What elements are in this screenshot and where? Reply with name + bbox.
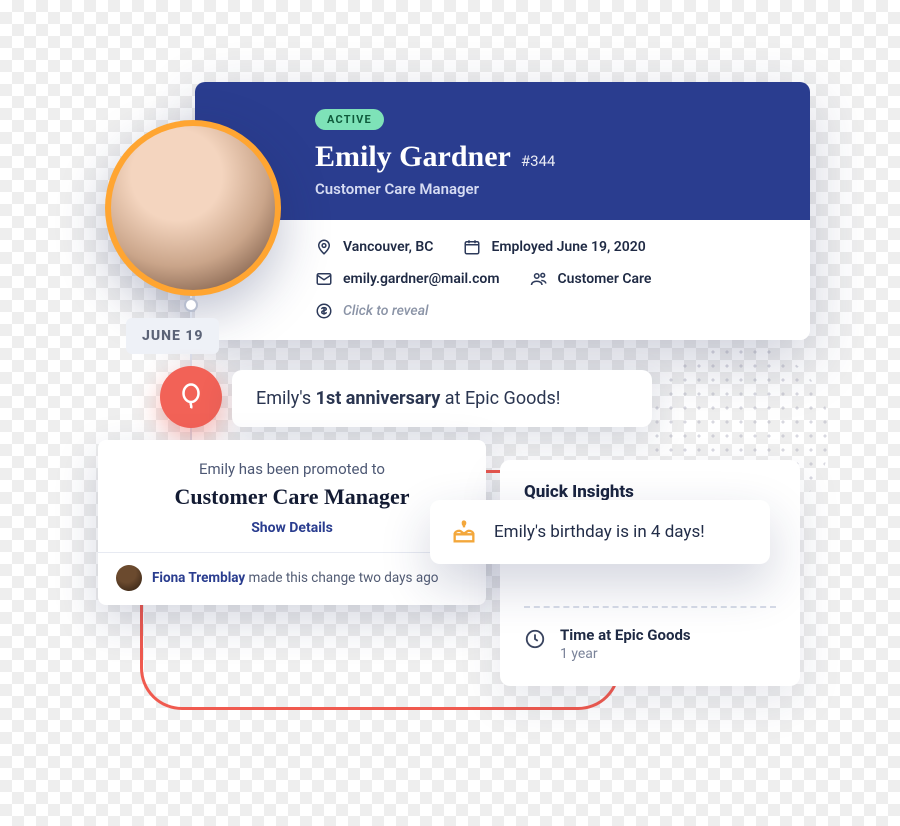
anniversary-text-prefix: Emily's	[256, 388, 316, 409]
tenure-label: Time at Epic Goods	[560, 626, 691, 644]
calendar-icon	[463, 238, 481, 256]
birthday-cake-icon	[450, 518, 478, 546]
author-link[interactable]: Fiona Tremblay	[152, 570, 245, 586]
show-details-link[interactable]: Show Details	[116, 520, 468, 536]
detail-employed: Employed June 19, 2020	[463, 238, 645, 256]
detail-email[interactable]: emily.gardner@mail.com	[315, 270, 500, 288]
profile-details: Vancouver, BC Employed June 19, 2020 emi…	[195, 220, 810, 340]
anniversary-text-suffix: at Epic Goods!	[440, 388, 560, 409]
divider	[98, 552, 486, 553]
author-avatar[interactable]	[116, 565, 142, 591]
promotion-footer: Fiona Tremblay made this change two days…	[116, 565, 468, 591]
detail-location: Vancouver, BC	[315, 238, 433, 256]
team-text: Customer Care	[558, 271, 652, 287]
salary-reveal-text: Click to reveal	[343, 303, 428, 319]
team-icon	[530, 270, 548, 288]
profile-id: #344	[521, 152, 556, 170]
promotion-intro: Emily has been promoted to	[116, 460, 468, 478]
birthday-callout[interactable]: Emily's birthday is in 4 days!	[430, 500, 770, 564]
avatar[interactable]	[105, 120, 281, 296]
anniversary-event-card[interactable]: Emily's 1st anniversary at Epic Goods!	[232, 370, 652, 427]
timeline-dot	[184, 298, 198, 312]
avatar-image	[111, 126, 275, 290]
quick-insights-card: Quick Insights Time at Epic Goods 1 year	[500, 460, 800, 686]
profile-role: Customer Care Manager	[315, 180, 780, 198]
insights-divider	[524, 606, 776, 608]
birthday-text: Emily's birthday is in 4 days!	[494, 522, 705, 542]
promotion-footer-suffix: made this change two days ago	[245, 570, 438, 586]
tenure-value: 1 year	[560, 646, 691, 662]
anniversary-text-bold: 1st anniversary	[316, 388, 441, 409]
email-text: emily.gardner@mail.com	[343, 271, 500, 287]
insight-tenure-row: Time at Epic Goods 1 year	[524, 626, 776, 662]
detail-team: Customer Care	[530, 270, 652, 288]
location-text: Vancouver, BC	[343, 239, 433, 255]
clock-icon	[524, 628, 546, 650]
status-badge: ACTIVE	[315, 109, 384, 130]
currency-icon	[315, 302, 333, 320]
promotion-title: Customer Care Manager	[116, 484, 468, 510]
profile-header: ACTIVE Emily Gardner #344 Customer Care …	[195, 82, 810, 220]
detail-salary[interactable]: Click to reveal	[315, 302, 428, 320]
employed-text: Employed June 19, 2020	[491, 239, 645, 255]
timeline-date-pill: JUNE 19	[126, 318, 219, 354]
mail-icon	[315, 270, 333, 288]
profile-card: ACTIVE Emily Gardner #344 Customer Care …	[195, 82, 810, 340]
location-pin-icon	[315, 238, 333, 256]
profile-name: Emily Gardner	[315, 140, 511, 174]
anniversary-balloon-icon	[160, 366, 222, 428]
promotion-card: Emily has been promoted to Customer Care…	[98, 440, 486, 605]
quick-insights-title: Quick Insights	[524, 482, 776, 502]
